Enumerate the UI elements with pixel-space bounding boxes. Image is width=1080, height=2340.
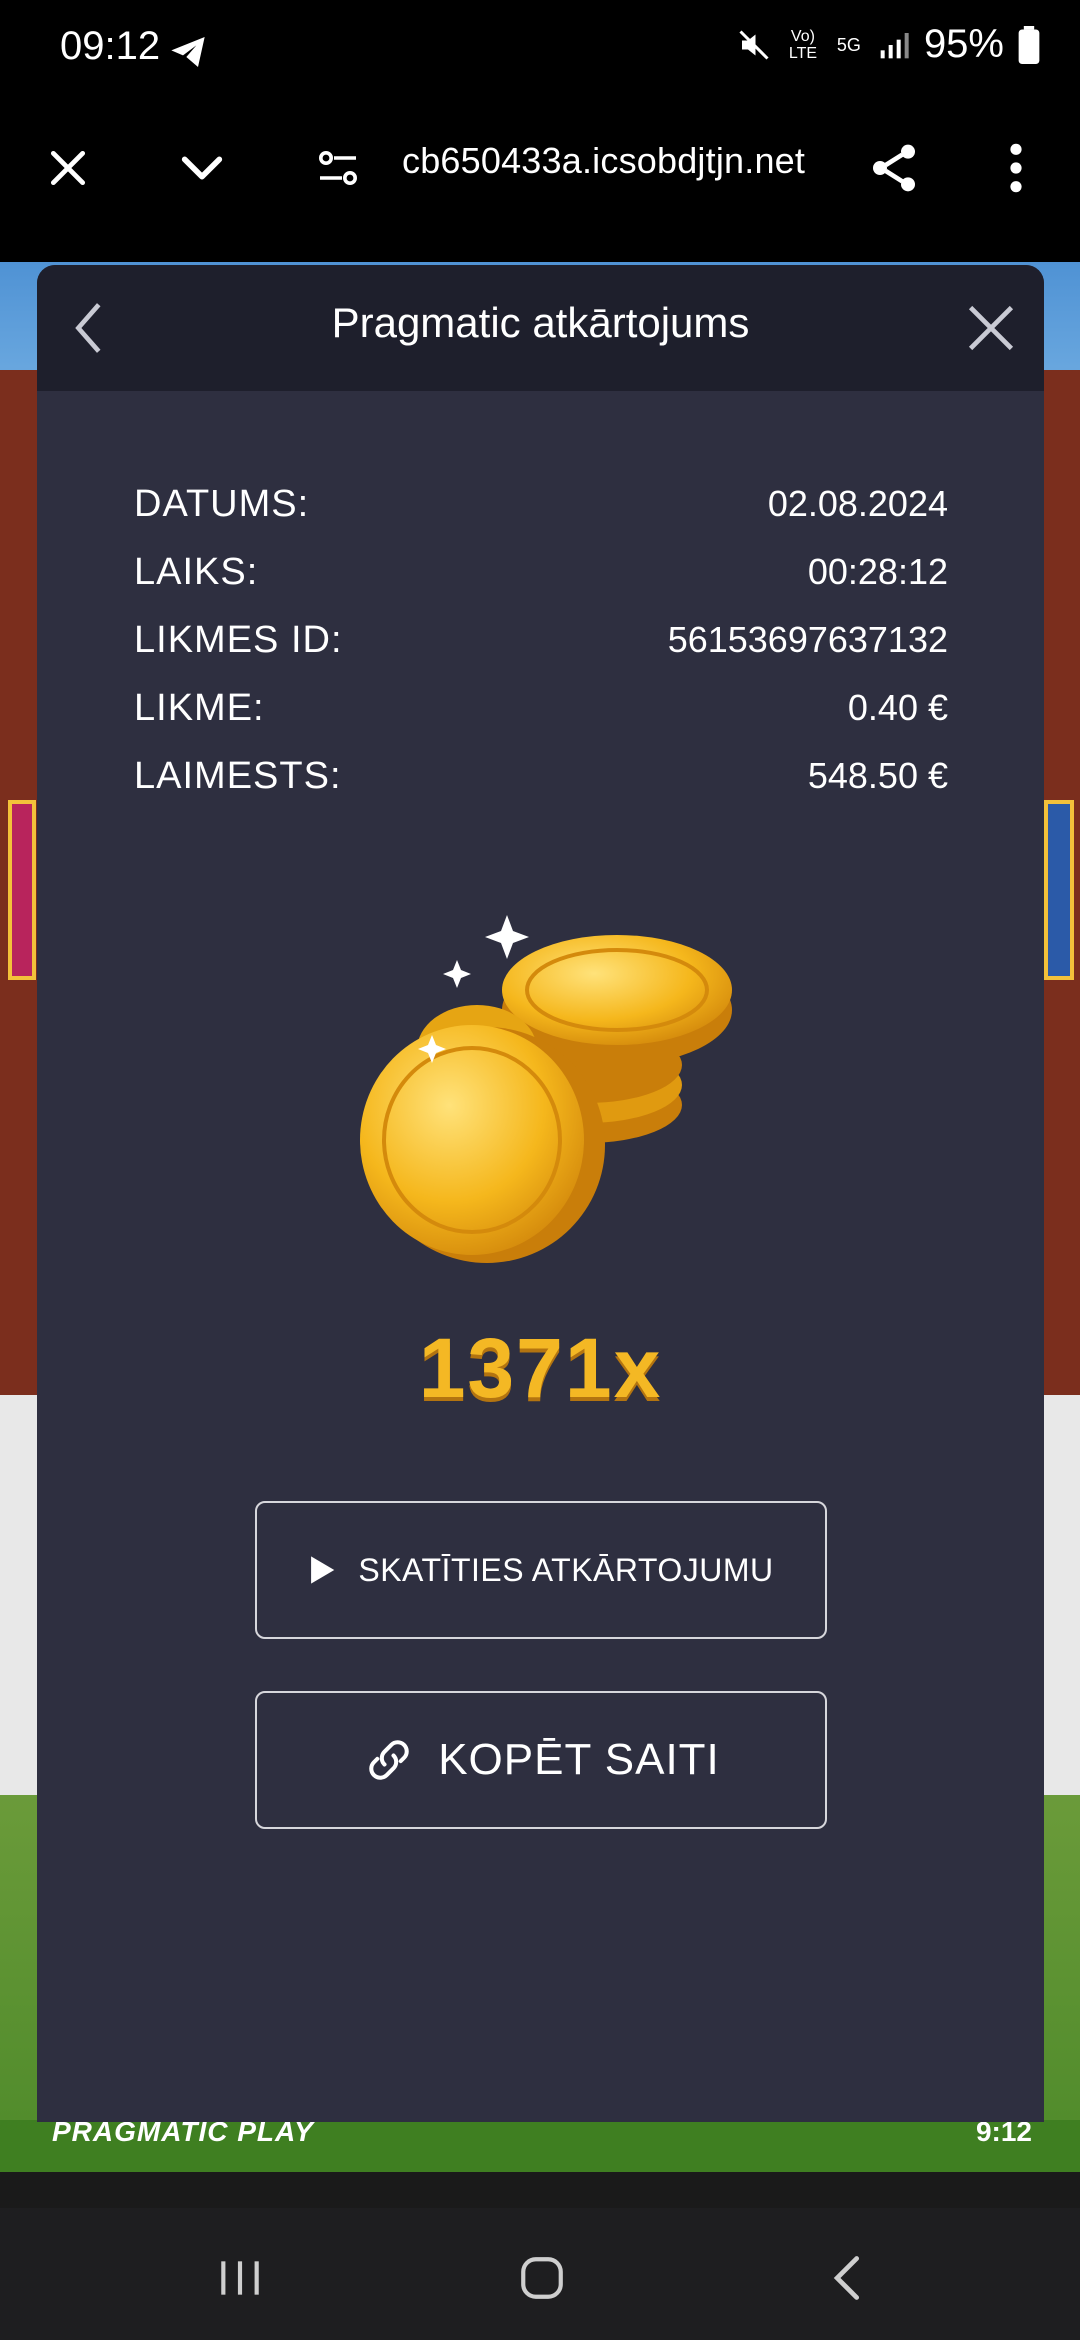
modal-header: Pragmatic atkārtojums — [37, 265, 1044, 391]
minimize-button[interactable] — [162, 128, 242, 208]
watch-replay-label: SKATĪTIES ATKĀRTOJUMU — [358, 1551, 774, 1588]
signal-icon — [880, 32, 909, 58]
link-icon — [369, 1740, 409, 1780]
site-settings-button[interactable] — [298, 128, 378, 208]
browser-toolbar: cb650433a.icsobdjtjn.net — [0, 100, 1080, 265]
copy-link-button[interactable]: KOPĒT SAITI — [255, 1691, 827, 1829]
close-icon — [50, 150, 86, 186]
house-left-decoration — [0, 370, 40, 1430]
lte-icon: Vo) LTE — [788, 27, 818, 62]
home-button[interactable] — [502, 2238, 582, 2318]
play-icon — [311, 1556, 335, 1584]
detail-row-stake: LIKME: 0.40 € — [134, 674, 948, 742]
share-button[interactable] — [854, 128, 934, 208]
site-settings-icon — [319, 151, 357, 185]
battery-percent: 95% — [923, 22, 1004, 66]
watch-replay-button[interactable]: SKATĪTIES ATKĀRTOJUMU — [255, 1501, 827, 1639]
house-right-decoration — [1038, 370, 1080, 1430]
telegram-icon — [171, 37, 205, 67]
copy-link-label: KOPĒT SAITI — [438, 1735, 720, 1784]
url-display[interactable]: cb650433a.icsobdjtjn.net — [402, 140, 805, 182]
recent-apps-button[interactable] — [200, 2238, 280, 2318]
win-multiplier: 1371x — [418, 1321, 663, 1415]
more-icon — [1010, 143, 1022, 193]
mute-icon — [739, 29, 769, 60]
status-time: 09:12 — [60, 24, 161, 68]
detail-value: 56153697637132 — [667, 619, 948, 660]
close-tab-button[interactable] — [28, 128, 108, 208]
detail-value: 00:28:12 — [807, 551, 948, 592]
share-icon — [873, 144, 915, 192]
detail-value: 548.50 € — [807, 755, 948, 796]
replay-modal: Pragmatic atkārtojums DATUMS: 02.08.2024… — [37, 265, 1044, 2122]
detail-label: LIKME: — [134, 686, 265, 729]
bet-details: DATUMS: 02.08.2024 LAIKS: 00:28:12 LIKME… — [134, 470, 948, 810]
fence-right — [1038, 1395, 1080, 1795]
frame-left — [8, 800, 36, 980]
detail-label: DATUMS: — [134, 482, 310, 525]
detail-value: 02.08.2024 — [767, 483, 948, 524]
status-icons: Vo) LTE 5G 95% — [736, 22, 1040, 67]
chevron-down-icon — [181, 156, 223, 180]
close-icon[interactable] — [956, 293, 1026, 363]
fence-left — [0, 1395, 40, 1795]
system-navigation-bar — [0, 2208, 1080, 2340]
detail-row-win: LAIMESTS: 548.50 € — [134, 742, 948, 810]
frame-right — [1044, 800, 1074, 980]
detail-row-date: DATUMS: 02.08.2024 — [134, 470, 948, 538]
back-button[interactable] — [808, 2238, 888, 2318]
battery-icon — [1018, 25, 1040, 64]
more-button[interactable] — [976, 128, 1056, 208]
detail-value: 0.40 € — [847, 687, 948, 728]
fiveg-icon: 5G — [836, 34, 861, 55]
detail-label: LAIKS: — [134, 550, 259, 593]
recent-apps-icon — [221, 2261, 259, 2295]
modal-title: Pragmatic atkārtojums — [331, 299, 750, 346]
detail-row-bet-id: LIKMES ID: 56153697637132 — [134, 606, 948, 674]
back-arrow-icon — [833, 2256, 860, 2300]
detail-row-time: LAIKS: 00:28:12 — [134, 538, 948, 606]
home-icon — [521, 2257, 563, 2299]
navbar-separator — [0, 2172, 1080, 2208]
detail-label: LAIMESTS: — [134, 754, 342, 797]
detail-label: LIKMES ID: — [134, 618, 343, 661]
gold-coins-icon — [360, 915, 732, 1263]
status-bar: 09:12 Vo) LTE 5G 95% — [0, 0, 1080, 100]
